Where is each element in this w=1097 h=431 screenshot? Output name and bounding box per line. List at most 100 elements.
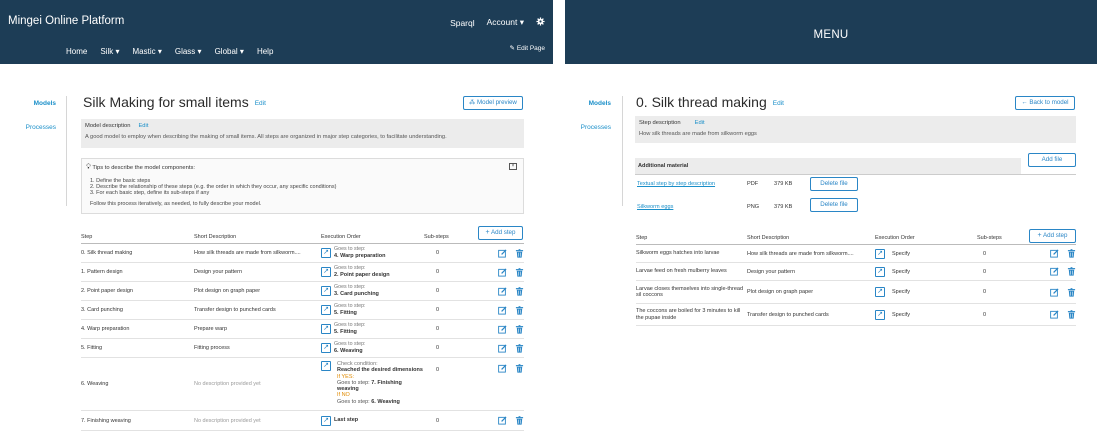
title-edit-link[interactable]: Edit [255, 100, 266, 107]
table-row[interactable]: 0. Silk thread making How silk threads ar… [81, 243, 524, 263]
delete-file-button[interactable]: Delete file [810, 198, 858, 212]
wrench-icon[interactable]: ↗ [321, 415, 331, 426]
trash-icon[interactable] [515, 324, 524, 334]
table-row[interactable]: Silkworm eggs hatches into larvae How sil… [636, 244, 1076, 263]
step-name[interactable]: 1. Pattern design [81, 262, 194, 282]
sidenav-models[interactable]: Models [575, 100, 611, 107]
trash-icon[interactable] [515, 305, 524, 315]
step-name[interactable]: 4. Warp preparation [81, 319, 194, 339]
gear-icon[interactable] [536, 17, 545, 28]
model-icon: ⁂ [469, 99, 476, 106]
table-row[interactable]: 4. Warp preparation Prepare warp ↗ Goes to … [81, 319, 524, 339]
edit-page-link[interactable]: ✎ Edit Page [510, 44, 545, 52]
wrench-icon[interactable]: ↗ [875, 266, 885, 277]
file-name-link[interactable]: Silkworm eggs [637, 204, 673, 210]
wrench-icon[interactable]: ↗ [321, 361, 331, 371]
wrench-icon[interactable]: ↗ [321, 286, 331, 296]
edit-icon[interactable] [1050, 267, 1059, 276]
step-name[interactable]: 7. Finishing weaving [81, 410, 194, 431]
edit-icon[interactable] [498, 343, 507, 353]
specify-label[interactable]: Specify [892, 251, 910, 257]
sidenav-divider [66, 96, 67, 206]
edit-icon[interactable] [498, 267, 507, 277]
step-name[interactable]: 5. Fitting [81, 338, 194, 358]
trash-icon[interactable] [515, 343, 524, 353]
step-name[interactable]: 2. Point paper design [81, 281, 194, 301]
table-row[interactable]: 1. Pattern design Design your pattern ↗ Goe… [81, 262, 524, 282]
table-row[interactable]: 2. Point paper design Plot design on grap… [81, 281, 524, 301]
specify-label[interactable]: Specify [892, 269, 910, 275]
step-name[interactable]: The coccons are boiled for 3 minutes to … [636, 303, 747, 326]
arrow-left-icon: ← [1021, 99, 1028, 106]
edit-icon[interactable] [1050, 287, 1059, 297]
delete-file-button[interactable]: Delete file [810, 177, 858, 191]
collapse-icon[interactable]: × [509, 163, 517, 170]
edit-icon[interactable] [1050, 310, 1059, 319]
table-row[interactable]: 5. Fitting Fitting process ↗ Goes to step: 6… [81, 338, 524, 358]
edit-icon[interactable] [1050, 249, 1059, 258]
trash-icon[interactable] [515, 416, 524, 425]
edit-icon[interactable] [498, 324, 507, 334]
nav-home[interactable]: Home [66, 47, 87, 56]
wrench-icon[interactable]: ↗ [321, 248, 331, 258]
sidenav-processes[interactable]: Processes [575, 124, 611, 131]
brand-title[interactable]: Mingei Online Platform [8, 15, 124, 27]
trash-icon[interactable] [1067, 267, 1076, 276]
sparql-link[interactable]: Sparql [450, 18, 475, 28]
step-description: Design your pattern [747, 262, 875, 281]
specify-label[interactable]: Specify [892, 289, 910, 295]
nav-mastic[interactable]: Mastic ▾ [132, 47, 161, 56]
step-name[interactable]: Larvae feed on fresh mulberry leaves [636, 262, 747, 281]
trash-icon[interactable] [515, 364, 524, 373]
menu-title[interactable]: MENU [565, 29, 1097, 41]
step-name[interactable]: Silkworm eggs hatches into larvae [636, 244, 747, 263]
nav-silk[interactable]: Silk ▾ [100, 47, 119, 56]
sidenav-processes[interactable]: Processes [20, 124, 56, 131]
title-edit-link[interactable]: Edit [773, 100, 784, 107]
trash-icon[interactable] [1067, 249, 1076, 258]
trash-icon[interactable] [515, 248, 524, 258]
wrench-icon[interactable]: ↗ [321, 305, 331, 315]
wrench-icon[interactable]: ↗ [875, 309, 885, 320]
step-name[interactable]: 0. Silk thread making [81, 243, 194, 263]
table-row[interactable]: 3. Card punching Transfer design to punch… [81, 300, 524, 320]
edit-icon[interactable] [498, 305, 507, 315]
table-row[interactable]: 7. Finishing weaving No description provi… [81, 410, 524, 431]
table-row[interactable]: The coccons are boiled for 3 minutes to … [636, 303, 1076, 326]
wrench-icon[interactable]: ↗ [321, 267, 331, 277]
account-label: Account [486, 17, 518, 27]
wrench-icon[interactable]: ↗ [875, 248, 885, 259]
trash-icon[interactable] [515, 267, 524, 277]
trash-icon[interactable] [1067, 310, 1076, 319]
step-name[interactable]: Larvae closes themselves into single-thr… [636, 280, 747, 304]
add-file-button[interactable]: Add file [1028, 153, 1076, 167]
edit-icon[interactable] [498, 286, 507, 296]
step-name[interactable]: 3. Card punching [81, 300, 194, 320]
sidenav-models[interactable]: Models [20, 100, 56, 107]
nav-help[interactable]: Help [257, 47, 273, 56]
step-description-edit[interactable]: Edit [695, 120, 705, 126]
wrench-icon[interactable]: ↗ [321, 324, 331, 334]
trash-icon[interactable] [1067, 287, 1076, 297]
table-row[interactable]: 6. Weaving No description provided yet ↗ Ch… [81, 357, 524, 411]
back-to-model-button[interactable]: ← Back to model [1015, 96, 1075, 110]
file-name-link[interactable]: Textual step by step description [637, 181, 715, 187]
goes-to: Goes to step: 6. Weaving [334, 341, 366, 355]
trash-icon[interactable] [515, 286, 524, 296]
model-preview-button[interactable]: ⁂ Model preview [463, 96, 523, 110]
nav-global[interactable]: Global ▾ [215, 47, 244, 56]
account-menu[interactable]: Account ▾ [487, 17, 524, 28]
table-row[interactable]: Larvae feed on fresh mulberry leaves Desi… [636, 262, 1076, 281]
model-description-edit[interactable]: Edit [138, 123, 148, 129]
nav-glass[interactable]: Glass ▾ [175, 47, 202, 56]
wrench-icon[interactable]: ↗ [321, 343, 331, 353]
edit-icon[interactable] [498, 416, 507, 425]
specify-label[interactable]: Specify [892, 312, 910, 318]
execution-order: ↗ Specify [875, 262, 977, 281]
step-name[interactable]: 6. Weaving [81, 357, 194, 411]
goes-to: Goes to step: 5. Fitting [334, 303, 366, 317]
wrench-icon[interactable]: ↗ [875, 287, 885, 297]
edit-icon[interactable] [498, 248, 507, 258]
edit-icon[interactable] [498, 364, 507, 373]
table-row[interactable]: Larvae closes themselves into single-thr… [636, 280, 1076, 304]
